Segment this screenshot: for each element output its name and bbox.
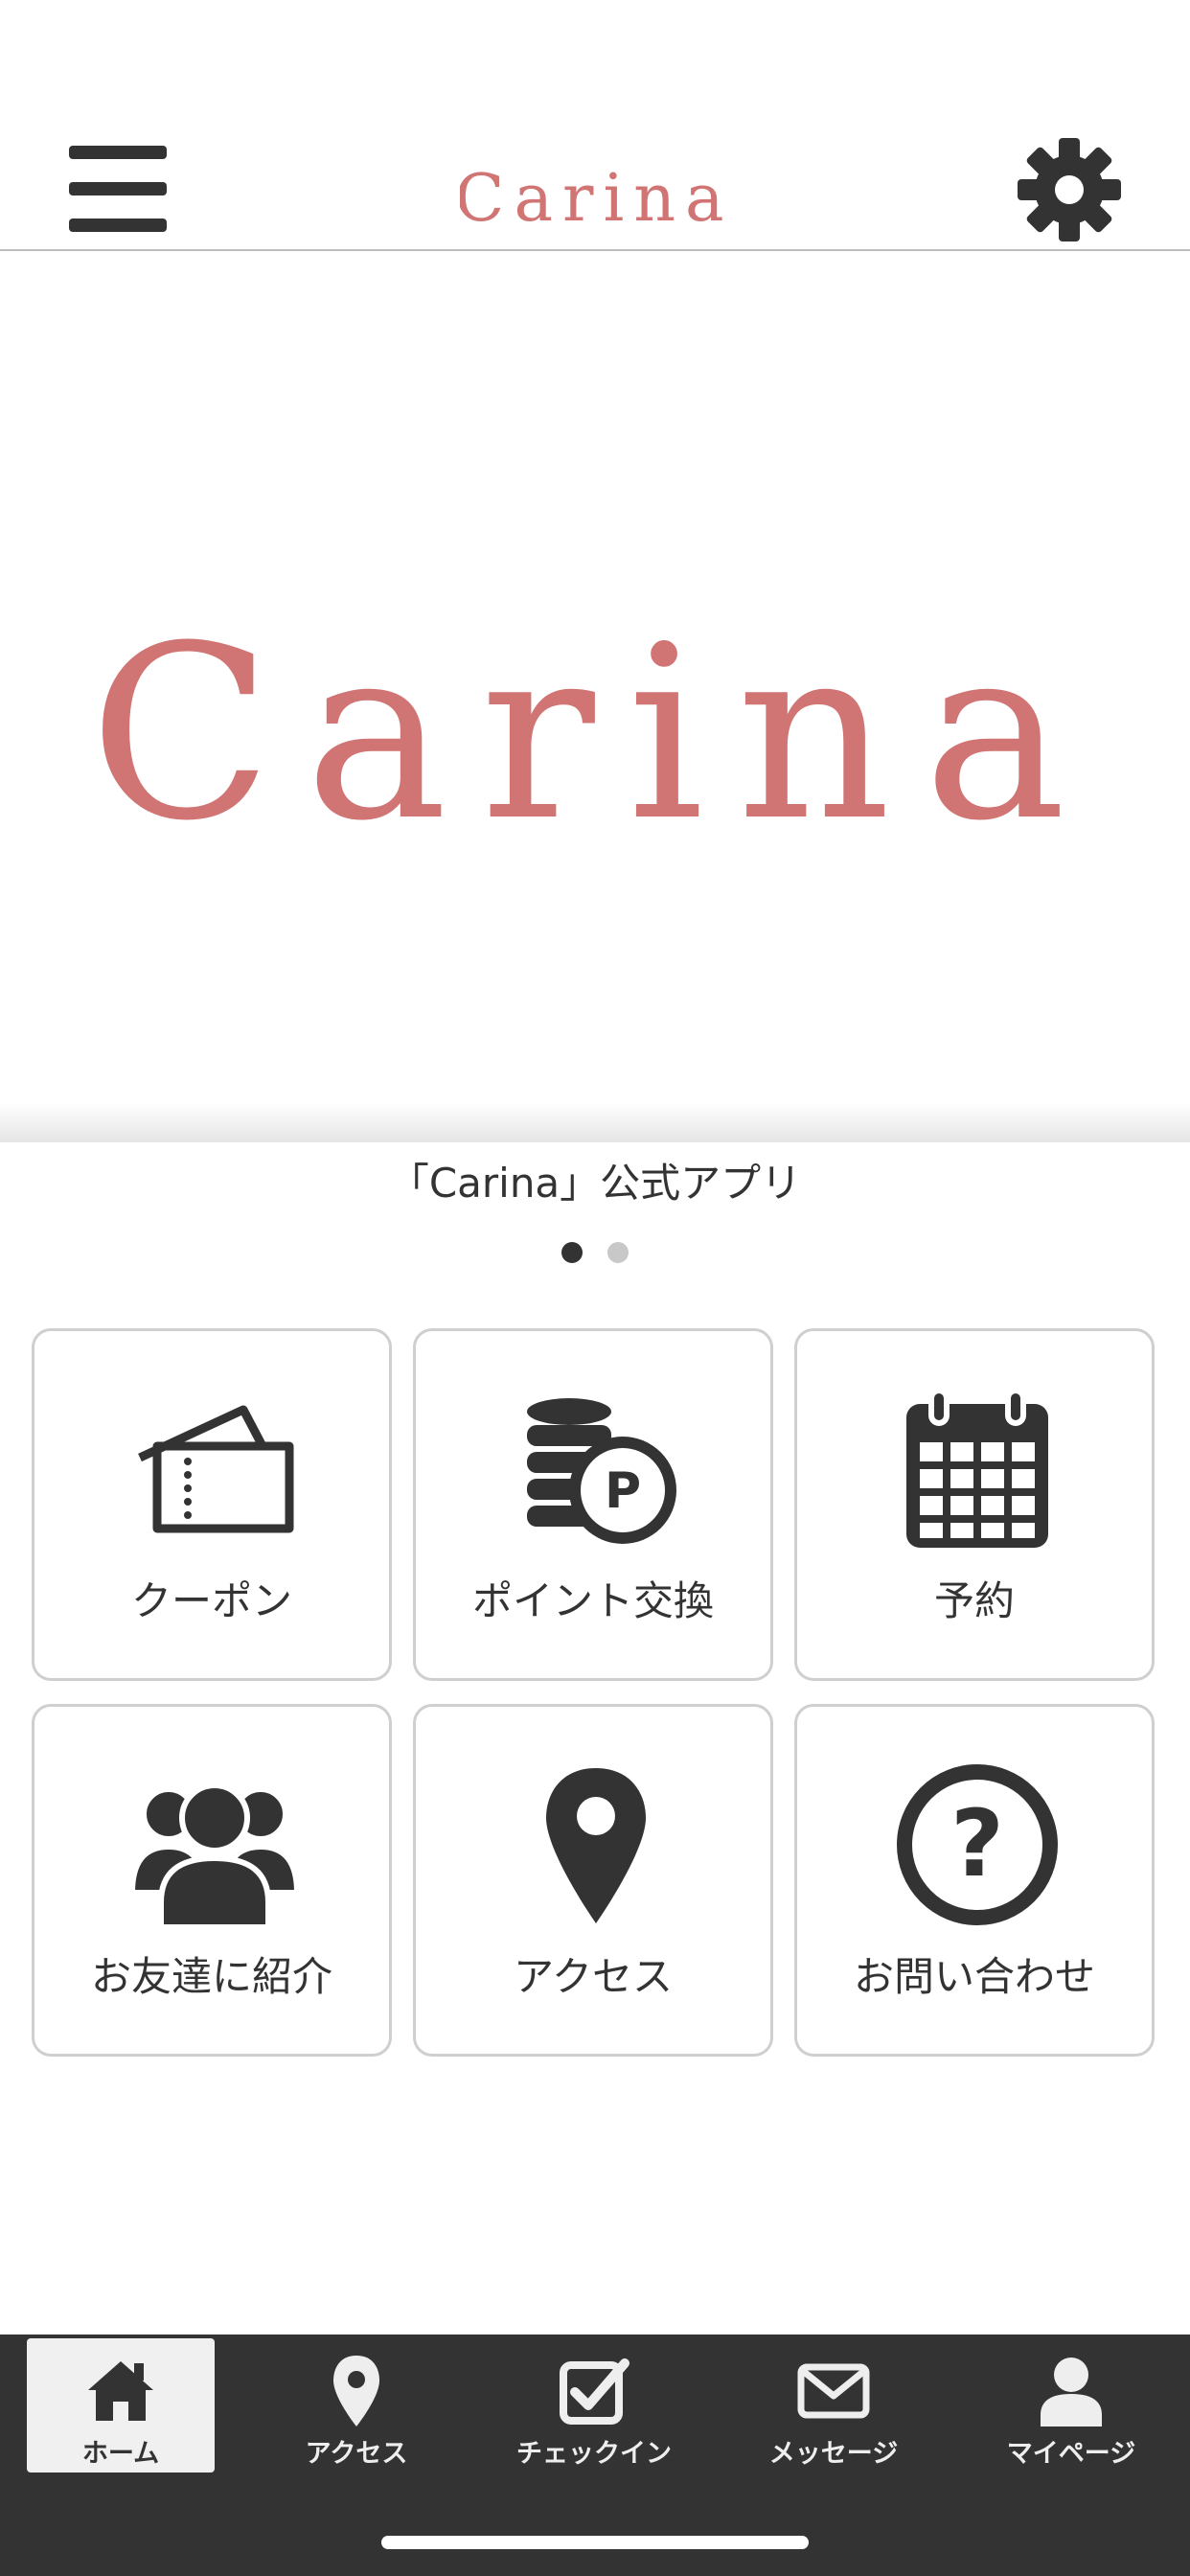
hero-logo: Carina	[89, 594, 1099, 873]
coins-point-icon: P	[527, 1398, 676, 1544]
carousel-dot-2[interactable]	[606, 1242, 629, 1263]
carousel-dot-1[interactable]	[561, 1242, 584, 1263]
header-logo: Carina	[460, 161, 728, 237]
tile-label: 予約	[933, 1577, 1015, 1624]
tile-reservation[interactable]: 予約	[794, 1328, 1155, 1681]
tile-label: お問い合わせ	[853, 1953, 1095, 2000]
tile-coupon[interactable]: クーポン	[32, 1328, 392, 1681]
tab-label: アクセス	[305, 2439, 408, 2469]
tab-label: ホーム	[81, 2439, 160, 2469]
tab-label: メッセージ	[768, 2439, 899, 2469]
tile-contact[interactable]: ? お問い合わせ	[794, 1704, 1155, 2057]
settings-button[interactable]	[1016, 136, 1123, 243]
calendar-icon	[906, 1388, 1048, 1548]
carousel-caption: 「Carina」公式アプリ	[388, 1160, 802, 1207]
tile-label: クーポン	[130, 1577, 292, 1624]
home-indicator	[381, 2536, 809, 2549]
tab-label: マイページ	[1006, 2439, 1136, 2469]
checkbox-icon	[560, 2358, 629, 2425]
menu-button[interactable]	[69, 146, 171, 232]
svg-text:?: ?	[950, 1790, 1004, 1898]
tile-label: アクセス	[514, 1953, 673, 2000]
app-header: Carina	[0, 0, 1190, 251]
carousel-dots	[0, 1242, 1190, 1265]
users-icon	[128, 1782, 301, 1930]
hamburger-icon	[69, 146, 171, 232]
ticket-icon	[138, 1405, 294, 1533]
tab-home[interactable]: ホーム	[27, 2338, 215, 2472]
hero-shadow	[0, 1102, 1190, 1142]
tab-label: チェックイン	[516, 2439, 672, 2469]
gear-icon	[1018, 138, 1121, 242]
tab-message[interactable]: メッセージ	[740, 2338, 927, 2472]
tab-checkin[interactable]: チェックイン	[500, 2338, 688, 2472]
envelope-icon	[797, 2363, 870, 2419]
question-circle-icon: ?	[897, 1764, 1058, 1925]
tile-label: ポイント交換	[471, 1577, 714, 1624]
tab-access[interactable]: アクセス	[263, 2338, 450, 2472]
tile-access[interactable]: アクセス	[413, 1704, 773, 2057]
header-logo-text: Carina	[460, 161, 728, 237]
svg-text:P: P	[605, 1462, 641, 1520]
tile-label: お友達に紹介	[90, 1953, 332, 2000]
home-icon	[88, 2361, 153, 2421]
hero-banner: Carina	[0, 251, 1190, 1142]
map-pin-icon	[546, 1768, 646, 1923]
tile-point-exchange[interactable]: P ポイント交換	[413, 1328, 773, 1681]
map-pin-icon	[333, 2356, 379, 2426]
tile-refer-friend[interactable]: お友達に紹介	[32, 1704, 392, 2057]
user-icon	[1041, 2358, 1102, 2426]
hero-logo-text: Carina	[89, 594, 1099, 873]
tab-mypage[interactable]: マイページ	[977, 2338, 1165, 2472]
